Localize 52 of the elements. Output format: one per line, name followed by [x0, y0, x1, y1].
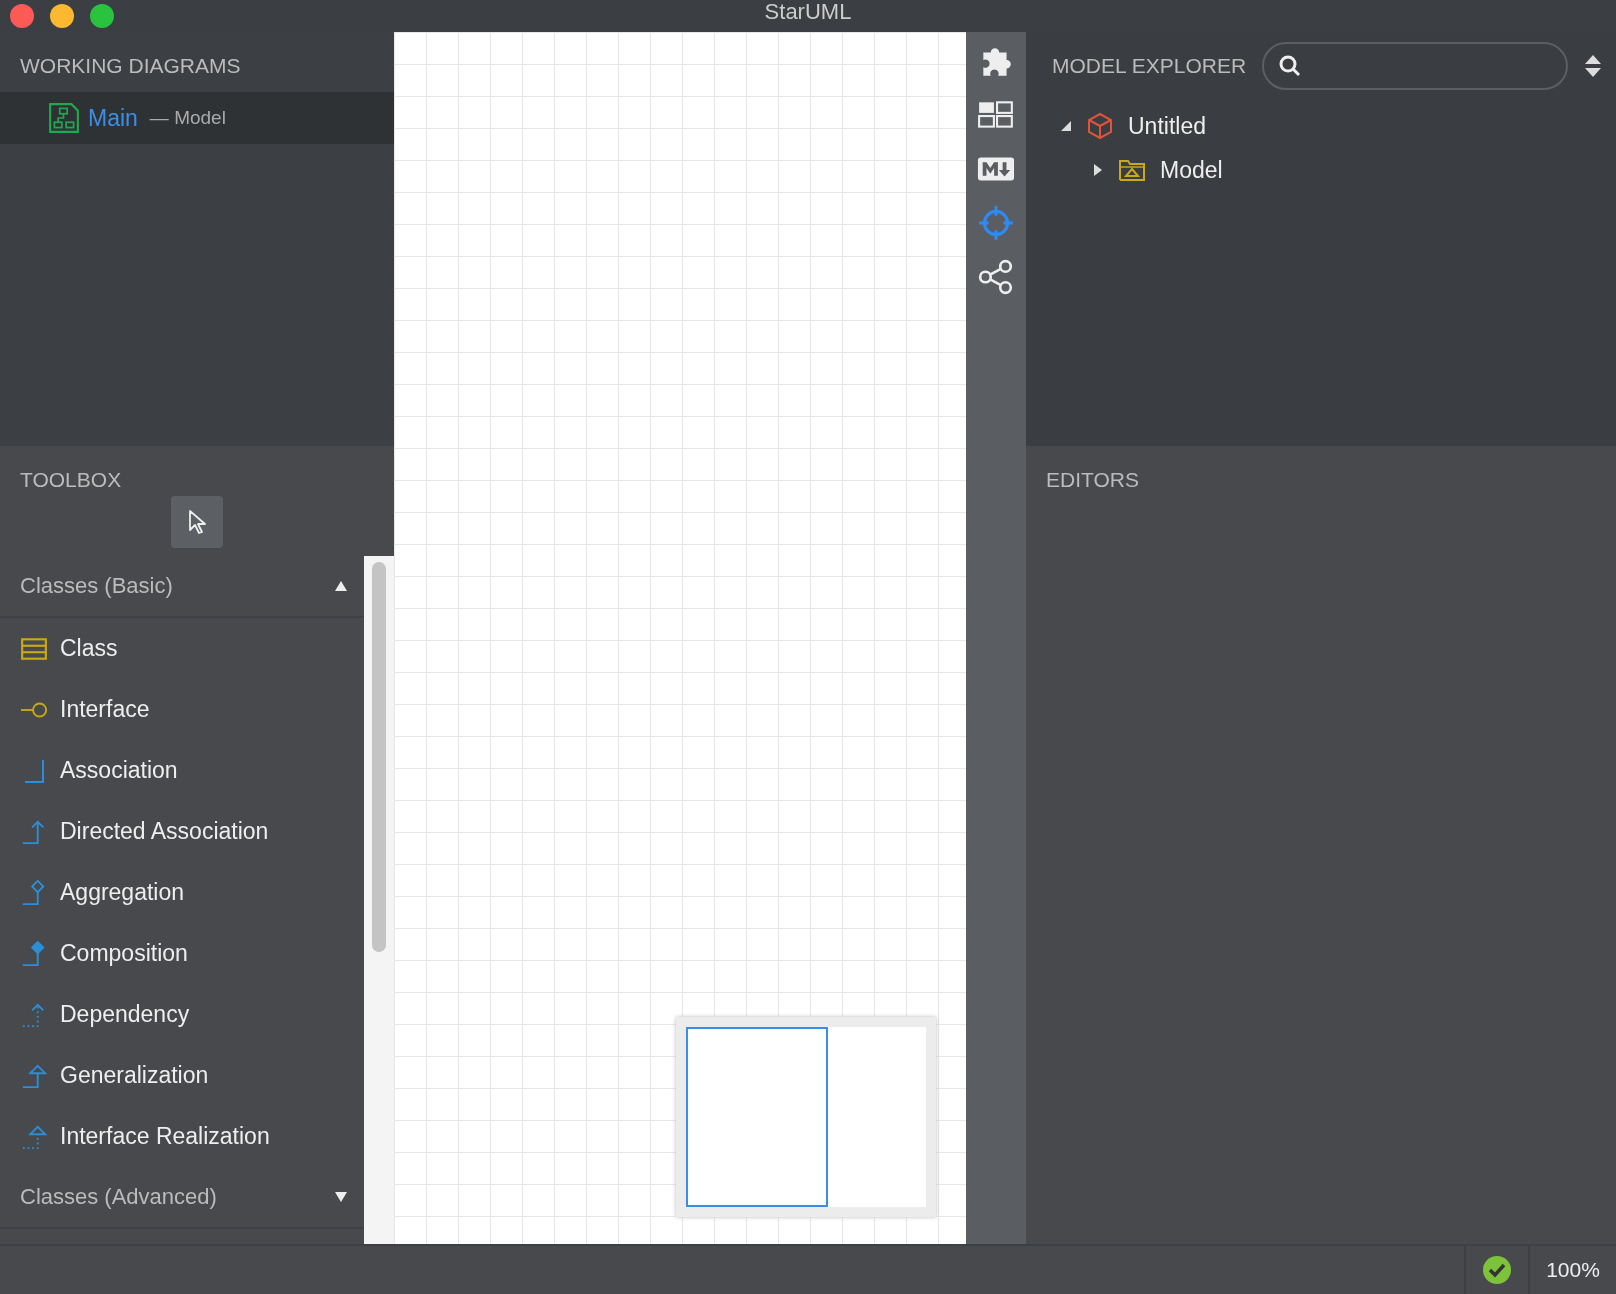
- tool-label: Directed Association: [60, 818, 269, 845]
- minimap[interactable]: [676, 1017, 936, 1217]
- tool-item[interactable]: Aggregation: [0, 862, 364, 923]
- tool-item[interactable]: Directed Association: [0, 801, 364, 862]
- tool-item[interactable]: Composition: [0, 923, 364, 984]
- tool-label: Interface: [60, 696, 150, 723]
- tool-item[interactable]: Dependency: [0, 984, 364, 1045]
- cube-icon: [1086, 112, 1114, 140]
- search-icon: [1278, 54, 1303, 78]
- generalization-icon: [20, 1062, 48, 1089]
- tool-item[interactable]: Generalization: [0, 1045, 364, 1106]
- group-title: Classes (Advanced): [20, 1184, 217, 1210]
- tool-label: Dependency: [60, 1001, 190, 1028]
- minimap-viewport[interactable]: [686, 1027, 828, 1207]
- panel-title: EDITORS: [1045, 467, 1140, 493]
- check-circle-icon: [1482, 1255, 1512, 1285]
- panel-title: TOOLBOX: [19, 467, 123, 493]
- tool-label: Interface Realization: [60, 1123, 270, 1150]
- panel-title: MODEL EXPLORER: [1052, 54, 1247, 78]
- tree-item[interactable]: Untitled: [1128, 112, 1206, 140]
- class-icon: [20, 635, 48, 662]
- group-title: Classes (Basic): [20, 573, 173, 599]
- tool-label: Generalization: [60, 1062, 209, 1089]
- search-field[interactable]: [1262, 42, 1568, 90]
- zoom-level[interactable]: 100%: [1546, 1258, 1600, 1282]
- close-button[interactable]: [10, 4, 34, 28]
- aggregation-icon: [20, 879, 48, 906]
- tree-item[interactable]: Model: [1160, 156, 1223, 184]
- pointer-tool-button[interactable]: [171, 496, 223, 548]
- diagram-owner: — Model: [149, 107, 226, 129]
- class-diagram-icon: [48, 102, 80, 134]
- tool-item[interactable]: Class: [0, 618, 364, 679]
- composition-icon: [20, 940, 48, 967]
- minimize-button[interactable]: [50, 4, 74, 28]
- tool-item[interactable]: Association: [0, 740, 364, 801]
- scrollbar-thumb[interactable]: [372, 562, 386, 952]
- tool-item[interactable]: Interface Realization: [0, 1106, 364, 1167]
- share-icon[interactable]: [977, 258, 1015, 296]
- interface-realization-icon: [20, 1123, 48, 1150]
- cursor-icon: [187, 509, 207, 535]
- tool-label: Association: [60, 757, 178, 784]
- tool-label: Aggregation: [60, 879, 185, 906]
- sort-icon[interactable]: [1584, 53, 1602, 79]
- maximize-button[interactable]: [90, 4, 114, 28]
- panel-title: WORKING DIAGRAMS: [19, 53, 242, 79]
- expanded-triangle-icon[interactable]: [1060, 120, 1072, 132]
- tool-label: Class: [60, 635, 118, 662]
- tool-item[interactable]: Interface: [0, 679, 364, 740]
- diagram-item[interactable]: Main — Model: [0, 92, 394, 144]
- collapsed-triangle-icon[interactable]: [1092, 164, 1104, 176]
- window-title: StarUML: [764, 0, 852, 25]
- tool-label: Composition: [60, 940, 188, 967]
